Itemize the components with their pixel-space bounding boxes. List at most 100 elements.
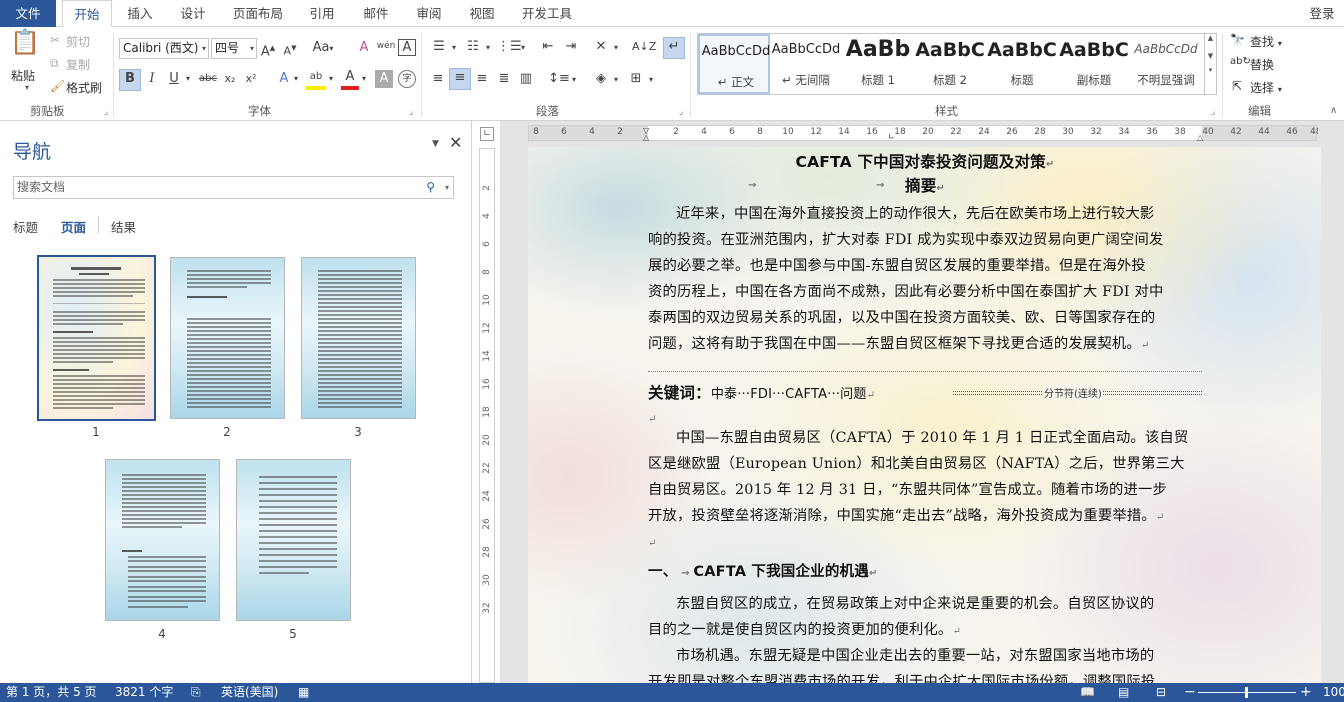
style-subtle-emphasis[interactable]: AaBbCcDd 不明显强调 [1130,34,1202,94]
align-left-icon[interactable]: ≡ [428,70,448,88]
search-icon[interactable]: ⚲ [426,177,435,198]
vertical-ruler-strip[interactable]: 2 4 6 8 10 12 14 16 18 20 22 24 26 28 30… [479,148,495,683]
find-icon[interactable]: 🔭 [1230,33,1245,47]
distributed-icon[interactable]: ▥ [516,70,536,88]
proofing-icon[interactable]: ⎘ [191,683,201,702]
styles-launcher-icon[interactable]: ⌟ [1211,107,1215,117]
find-button[interactable]: 查找 ▾ [1250,33,1282,50]
page-count-status[interactable]: 第 1 页，共 5 页 [6,683,97,702]
phonetic-guide-icon[interactable]: wén [376,37,396,55]
chevron-down-icon[interactable]: ▾ [647,71,655,89]
chevron-down-icon[interactable]: ▾ [612,39,620,57]
zoom-slider-handle[interactable] [1245,687,1248,698]
replace-icon[interactable]: ab↻ [1230,56,1251,67]
sign-in-link[interactable]: 登录 [1300,0,1344,27]
page-thumbnail[interactable] [236,459,351,621]
chevron-down-icon[interactable]: ▾ [612,71,620,89]
copy-icon[interactable]: ⧉ [50,56,59,71]
underline-button[interactable]: U [165,70,183,88]
tab-file[interactable]: 文件 [0,0,56,27]
chevron-down-icon[interactable]: ▾ [360,70,368,88]
tab-home[interactable]: 开始 [62,0,112,28]
chevron-down-icon[interactable]: ▾ [292,70,300,88]
font-color-icon[interactable]: A [341,68,359,90]
style-normal[interactable]: AaBbCcDd ↵ 正文 [698,34,770,94]
zoom-in-icon[interactable]: + [1300,683,1312,702]
font-size-combo[interactable]: 四号 ▾ [211,38,257,59]
page-thumbnail[interactable] [105,459,220,621]
style-no-spacing[interactable]: AaBbCcDd ↵ 无间隔 [770,34,842,94]
underline-dropdown-icon[interactable]: ▾ [183,70,193,88]
clipboard-launcher-icon[interactable]: ⌟ [104,107,108,117]
strikethrough-button[interactable]: abc [197,70,219,88]
chevron-down-icon[interactable]: ▾ [484,39,492,57]
style-heading-1[interactable]: AaBb 标题 1 [842,34,914,94]
scroll-down-icon[interactable]: ▼ [1205,52,1216,60]
tab-references[interactable]: 引用 [300,0,344,27]
tab-view[interactable]: 视图 [460,0,504,27]
chevron-down-icon[interactable]: ▾ [519,39,527,57]
collapse-ribbon-icon[interactable]: ∧ [1330,105,1337,116]
show-marks-icon[interactable]: ↵ [663,37,685,59]
text-effects-icon[interactable]: A [276,70,292,88]
align-right-icon[interactable]: ≡ [472,70,492,88]
numbering-icon[interactable]: ☷ [462,38,484,56]
search-input[interactable]: 搜索文档 ⚲ ▾ [13,176,454,199]
align-center-icon[interactable]: ≡ [449,68,471,90]
nav-tab-pages[interactable]: 页面 [61,217,86,236]
style-title[interactable]: AaBbC 标题 [986,34,1058,94]
scroll-up-icon[interactable]: ▲ [1205,34,1216,42]
grow-font-icon[interactable]: A▲ [260,39,276,61]
clear-formatting-icon[interactable]: A [355,39,373,57]
tab-mailings[interactable]: 邮件 [354,0,398,27]
tab-insert[interactable]: 插入 [118,0,162,27]
macro-recording-icon[interactable]: ▦ [298,683,309,702]
character-border-icon[interactable]: A [398,39,416,56]
chinese-layout-icon[interactable]: ✕ [590,38,612,56]
read-mode-icon[interactable]: 📖 [1080,683,1095,702]
bold-button[interactable]: B [119,69,141,91]
cut-button[interactable]: 剪切 [66,33,90,50]
page-thumbnail[interactable] [37,255,156,421]
document-page[interactable]: CAFTA 下中国对泰投资问题及对策↵ → → 摘要↵ 近年来，中国在海外直接投资上… [528,147,1321,683]
borders-icon[interactable]: ⊞ [625,70,647,88]
superscript-button[interactable]: x² [242,70,260,88]
web-layout-icon[interactable]: ⊟ [1156,683,1166,702]
multilevel-list-icon[interactable]: ⋮☰ [497,38,522,56]
select-icon[interactable]: ⇱ [1232,79,1242,93]
more-styles-icon[interactable]: ▾ [1205,66,1216,74]
shading-icon[interactable]: ◈ [590,70,612,88]
chevron-down-icon[interactable]: ▾ [450,39,458,57]
page-thumbnail[interactable] [301,257,416,419]
font-launcher-icon[interactable]: ⌟ [409,107,413,117]
page-thumbnail[interactable] [170,257,285,419]
styles-scroll[interactable]: ▲ ▼ ▾ [1205,33,1217,95]
italic-button[interactable]: I [143,70,161,88]
language-status[interactable]: 英语(美国) [221,683,278,702]
copy-button[interactable]: 复制 [66,56,90,73]
nav-tab-headings[interactable]: 标题 [13,217,38,236]
tab-design[interactable]: 设计 [171,0,215,27]
cut-icon[interactable]: ✂ [50,33,60,47]
tab-developer[interactable]: 开发工具 [514,0,580,27]
word-count-status[interactable]: 3821 个字 [115,683,173,702]
subscript-button[interactable]: x₂ [221,70,239,88]
paragraph-launcher-icon[interactable]: ⌟ [679,107,683,117]
nav-options-icon[interactable]: ▼ [432,139,439,149]
highlight-color-icon[interactable]: ab [306,68,326,90]
paste-button[interactable]: 粘贴 [11,67,35,84]
close-icon[interactable]: ✕ [449,133,462,152]
select-button[interactable]: 选择 ▾ [1250,79,1282,96]
justify-icon[interactable]: ≣ [494,70,514,88]
font-name-combo[interactable]: Calibri (西文) ▾ [119,38,209,59]
line-spacing-icon[interactable]: ↕≡ [548,70,570,88]
character-shading-icon[interactable]: A [375,70,393,88]
decrease-indent-icon[interactable]: ⇤ [538,38,558,56]
horizontal-ruler[interactable]: 8 6 4 2 2 4 6 8 10 12 14 16 18 20 22 24 … [528,125,1318,142]
right-indent-marker[interactable]: △ [1197,133,1203,142]
nav-tab-results[interactable]: 结果 [111,217,136,236]
tab-stop-marker[interactable]: ∟ [888,132,895,141]
increase-indent-icon[interactable]: ⇥ [561,38,581,56]
chevron-down-icon[interactable]: ▾ [445,177,449,198]
paste-icon[interactable]: 📋 [10,30,40,65]
